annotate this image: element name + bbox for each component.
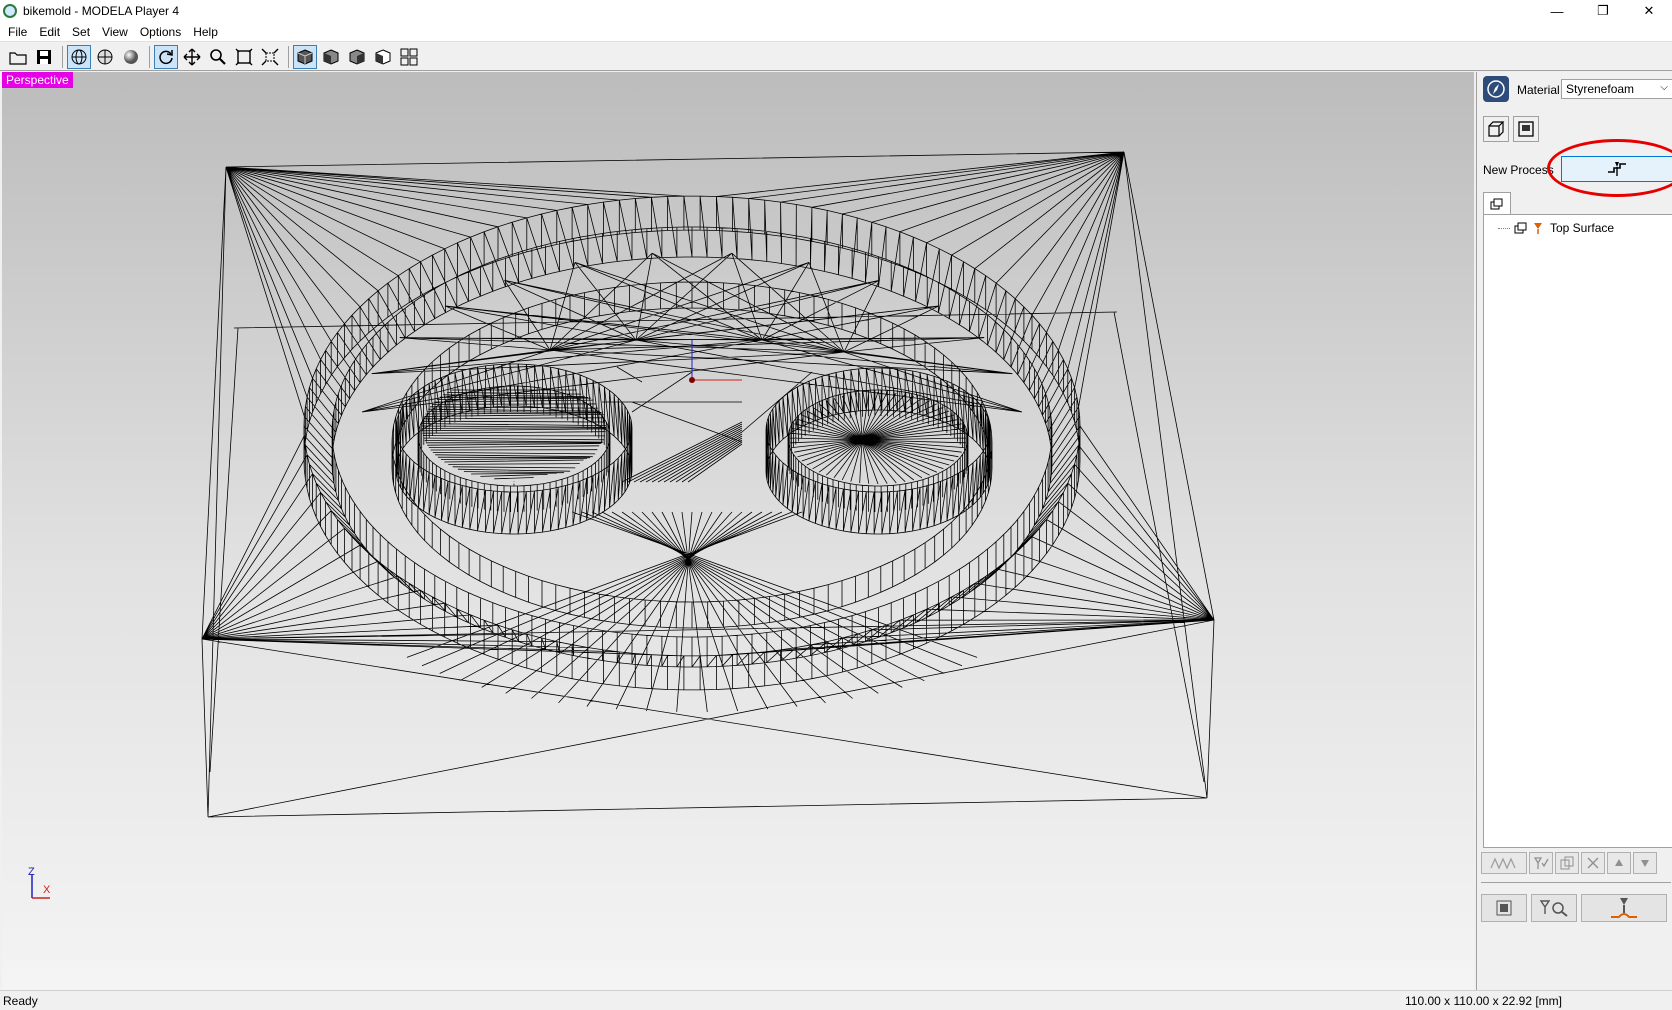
zoom-extents-icon (261, 48, 279, 65)
arrow-down-icon (1641, 860, 1649, 867)
menu-set[interactable]: Set (66, 25, 96, 39)
copy-process-button[interactable] (1555, 852, 1579, 874)
render-view-icon (124, 49, 138, 64)
cut-icon (1611, 898, 1637, 918)
pan-icon (183, 48, 201, 65)
stop-button[interactable] (1481, 894, 1527, 922)
annotation-circle (1547, 139, 1672, 197)
app-window: bikemold - MODELA Player 4 — ❐ ✕ File Ed… (0, 0, 1672, 1010)
tool-icon (1534, 223, 1542, 234)
axis-triad-icon (31, 874, 50, 899)
edit-process-button[interactable] (1529, 852, 1553, 874)
open-folder-icon (9, 51, 27, 65)
move-down-button[interactable] (1633, 852, 1657, 874)
fit-icon (235, 48, 253, 65)
window-title: bikemold - MODELA Player 4 (23, 4, 180, 18)
menu-edit[interactable]: Edit (33, 25, 66, 39)
model-frame-icon (1518, 121, 1534, 137)
save-icon (37, 49, 51, 64)
multi-view-button[interactable] (397, 45, 421, 69)
status-text: Ready (3, 994, 38, 1008)
panel-divider (1481, 882, 1671, 883)
iso-view-icon (297, 48, 313, 65)
left-view-button[interactable] (371, 45, 395, 69)
layers-icon (1514, 222, 1527, 234)
copy-icon (1560, 856, 1574, 870)
model-dimensions: 110.00 x 110.00 x 22.92 [mm] (1405, 994, 1562, 1008)
pan-button[interactable] (180, 45, 204, 69)
surface-view-button[interactable] (93, 45, 117, 69)
tree-connector (1498, 227, 1510, 229)
3d-viewport[interactable]: Perspective Z X (2, 72, 1474, 990)
front-view-button[interactable] (319, 45, 343, 69)
status-bar: Ready 110.00 x 110.00 x 22.92 [mm] (0, 990, 1672, 1010)
left-view-icon (375, 48, 391, 65)
chevron-down-icon: ⌵ (1660, 82, 1668, 93)
preview-icon (1539, 900, 1568, 917)
fit-button[interactable] (232, 45, 256, 69)
menu-help[interactable]: Help (187, 25, 224, 39)
open-button[interactable] (6, 45, 30, 69)
process-tab[interactable] (1483, 192, 1511, 214)
wireframe-view-button[interactable] (67, 44, 91, 69)
origin-point (689, 377, 695, 383)
render-view-button[interactable] (119, 45, 143, 69)
compass-icon (1487, 80, 1505, 98)
menu-view[interactable]: View (96, 25, 134, 39)
process-tree[interactable]: Top Surface (1483, 214, 1672, 848)
wireframe-model (201, 151, 1215, 818)
right-view-icon (349, 48, 365, 65)
tool-check-icon (1533, 857, 1549, 869)
zoom-icon (210, 48, 226, 65)
toolbar (0, 43, 1672, 71)
window-controls: — ❐ ✕ (1534, 0, 1672, 22)
stop-icon (1496, 900, 1512, 916)
create-toolpath-button[interactable] (1481, 852, 1527, 874)
cut-button[interactable] (1581, 894, 1667, 922)
zoom-extents-button[interactable] (258, 45, 282, 69)
new-process-label: New Process (1483, 163, 1554, 177)
right-view-button[interactable] (345, 45, 369, 69)
multi-view-icon (400, 48, 418, 65)
process-panel: Material Styrenefoam ⌵ New Process Top S… (1476, 72, 1672, 990)
delete-process-button[interactable] (1581, 852, 1605, 874)
box-size-icon (1488, 121, 1505, 137)
tree-item-label: Top Surface (1550, 221, 1615, 235)
title-bar: bikemold - MODELA Player 4 — ❐ ✕ (0, 0, 1672, 22)
preview-cutting-button[interactable] (1531, 894, 1577, 922)
material-select[interactable]: Styrenefoam ⌵ (1561, 79, 1672, 99)
material-value: Styrenefoam (1566, 82, 1635, 96)
menu-bar: File Edit Set View Options Help (0, 22, 1672, 42)
material-label: Material (1517, 83, 1560, 97)
toolpath-icon (1490, 857, 1516, 870)
toolbar-separator (288, 45, 289, 68)
material-button[interactable] (1483, 76, 1509, 102)
mesh-lines (201, 151, 1215, 818)
menu-options[interactable]: Options (134, 25, 187, 39)
minimize-button[interactable]: — (1534, 0, 1580, 22)
toolbar-separator (149, 45, 150, 68)
wireframe-view-icon (71, 49, 87, 64)
model-size-button[interactable] (1483, 116, 1509, 142)
save-button[interactable] (32, 45, 56, 69)
zoom-button[interactable] (206, 45, 230, 69)
toolbar-separator (62, 45, 63, 68)
surface-view-icon (97, 49, 113, 64)
restore-button[interactable]: ❐ (1580, 0, 1626, 22)
model-orientation-button[interactable] (1513, 116, 1539, 142)
close-button[interactable]: ✕ (1626, 0, 1672, 22)
menu-file[interactable]: File (2, 25, 33, 39)
move-up-button[interactable] (1607, 852, 1631, 874)
delete-icon (1587, 857, 1599, 869)
app-icon (3, 4, 17, 18)
rotate-icon (159, 49, 173, 64)
arrow-up-icon (1615, 859, 1623, 866)
tree-item-top-surface[interactable]: Top Surface (1498, 221, 1616, 235)
front-view-icon (323, 48, 339, 65)
rotate-button[interactable] (154, 44, 178, 69)
layers-icon (1490, 198, 1503, 209)
iso-view-button[interactable] (293, 44, 317, 69)
